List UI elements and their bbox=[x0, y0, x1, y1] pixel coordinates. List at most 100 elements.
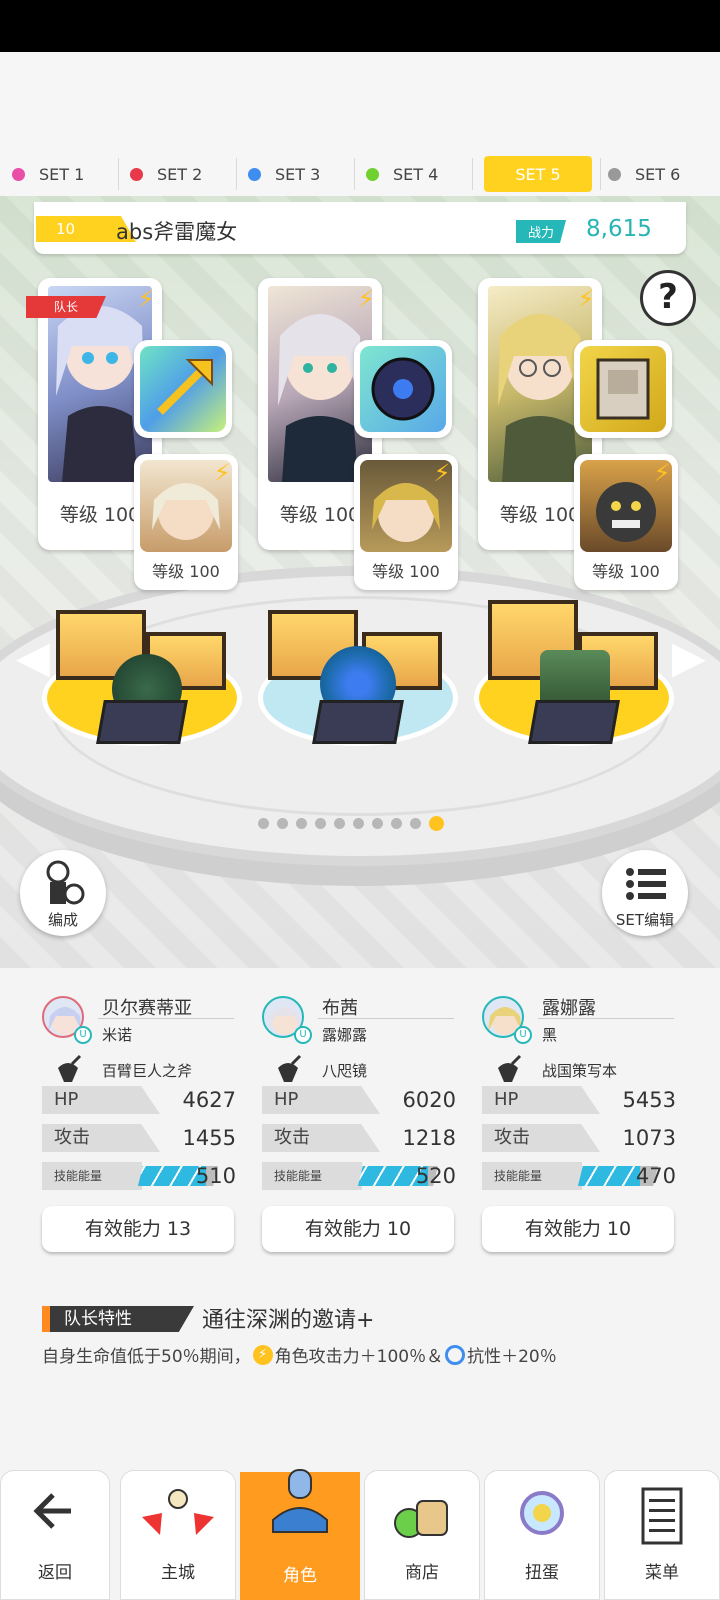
set-color-dot bbox=[366, 167, 379, 181]
page-dot[interactable] bbox=[315, 818, 326, 829]
help-button[interactable]: ? bbox=[640, 270, 696, 326]
next-arrow-icon[interactable]: ▶ bbox=[672, 632, 706, 683]
trait-desc-part2: 角色攻击力＋100％＆ bbox=[274, 1347, 444, 1367]
pedestal-tile bbox=[312, 700, 404, 744]
attack-value: 1455 bbox=[182, 1126, 236, 1150]
unique-badge-icon: U bbox=[74, 1026, 92, 1044]
hp-label: HP bbox=[42, 1086, 160, 1114]
weapon-icon bbox=[58, 1054, 82, 1082]
member-name: 露娜露 bbox=[542, 998, 596, 1019]
book-icon bbox=[596, 358, 650, 420]
formation-label: 编成 bbox=[47, 911, 78, 929]
set-edit-label: SET编辑 bbox=[615, 911, 675, 929]
page-dot[interactable] bbox=[410, 818, 421, 829]
team-arena: 10 abs斧雷魔女 战力 8,615 ? 队长 ⚡ 等级 100 ⚡ 等级 1… bbox=[0, 196, 720, 968]
weapon-slot-3[interactable] bbox=[574, 340, 672, 438]
weapon-slot-1[interactable] bbox=[134, 340, 232, 438]
energy-label: 技能能量 bbox=[262, 1162, 362, 1190]
partner-level: 等级 100 bbox=[592, 562, 660, 581]
team-header[interactable]: 10 abs斧雷魔女 战力 8,615 bbox=[34, 202, 686, 254]
hp-row: HP 6020 bbox=[262, 1086, 456, 1114]
set-color-dot bbox=[248, 167, 261, 181]
pedestal-1 bbox=[42, 580, 242, 750]
partner-card-1[interactable]: ⚡ 等级 100 bbox=[134, 454, 238, 590]
effective-ability-button[interactable]: 有效能力 13 bbox=[42, 1206, 234, 1252]
leader-trait-name: 通往深渊的邀请+ bbox=[202, 1308, 375, 1333]
nav-character[interactable]: 角色 bbox=[240, 1469, 360, 1600]
leader-trait-label: 队长特性 bbox=[42, 1306, 194, 1332]
page-dot[interactable] bbox=[277, 818, 288, 829]
nav-gacha[interactable]: 扭蛋 bbox=[484, 1470, 600, 1600]
weapon-slot-2[interactable] bbox=[354, 340, 452, 438]
tab-set-4[interactable]: SET 4 bbox=[366, 156, 466, 192]
set-edit-button[interactable]: SET编辑 bbox=[602, 850, 688, 936]
attack-label: 攻击 bbox=[262, 1124, 380, 1152]
tab-label: SET 5 bbox=[515, 164, 561, 184]
nav-label: 角色 bbox=[283, 1566, 317, 1586]
energy-row: 技能能量 510 bbox=[42, 1162, 236, 1190]
set-tabs: SET 1 SET 2 SET 3 SET 4 SET 5 SET 6 bbox=[0, 152, 720, 196]
member-name: 布茜 bbox=[322, 998, 358, 1019]
divider bbox=[98, 1018, 234, 1019]
energy-fill bbox=[578, 1166, 641, 1186]
nav-label: 商店 bbox=[405, 1563, 439, 1583]
lightning-icon: ⚡ bbox=[213, 459, 231, 487]
hp-value: 5453 bbox=[622, 1088, 676, 1112]
partner-card-3[interactable]: ⚡ 等级 100 bbox=[574, 454, 678, 590]
resistance-icon bbox=[445, 1344, 466, 1365]
effective-ability-button[interactable]: 有效能力 10 bbox=[482, 1206, 674, 1252]
lightning-icon: ⚡ bbox=[653, 459, 671, 487]
pedestal-3 bbox=[474, 580, 674, 750]
formation-button[interactable]: 编成 bbox=[20, 850, 106, 936]
page-dot[interactable] bbox=[334, 818, 345, 829]
nav-menu[interactable]: 菜单 bbox=[604, 1470, 720, 1600]
trait-desc-part1: 自身生命值低于50％期间， bbox=[42, 1347, 251, 1367]
energy-label: 技能能量 bbox=[482, 1162, 582, 1190]
lightning-icon: ⚡ bbox=[433, 459, 451, 487]
weapon-icon bbox=[278, 1054, 302, 1082]
energy-value: 520 bbox=[415, 1164, 456, 1188]
attack-value: 1073 bbox=[622, 1126, 676, 1150]
back-arrow-icon bbox=[33, 1493, 71, 1529]
page-dot[interactable] bbox=[372, 818, 383, 829]
page-dot[interactable] bbox=[258, 818, 269, 829]
attack-bolt-icon: ⚡ bbox=[252, 1344, 273, 1365]
mirror-weapon-icon bbox=[360, 346, 446, 432]
top-spacer bbox=[0, 52, 720, 152]
tab-set-3[interactable]: SET 3 bbox=[248, 156, 348, 192]
divider bbox=[318, 1018, 454, 1019]
energy-value: 510 bbox=[195, 1164, 236, 1188]
tab-set-1[interactable]: SET 1 bbox=[12, 156, 112, 192]
tab-set-6[interactable]: SET 6 bbox=[608, 156, 708, 192]
nav-shop[interactable]: 商店 bbox=[364, 1470, 480, 1600]
member-partner: 黑 bbox=[542, 1026, 558, 1044]
page-dot-active[interactable] bbox=[429, 816, 444, 831]
effective-ability-button[interactable]: 有效能力 10 bbox=[262, 1206, 454, 1252]
book-weapon-icon bbox=[580, 346, 666, 432]
nav-castle[interactable]: 主城 bbox=[120, 1470, 236, 1600]
lightning-icon: ⚡ bbox=[137, 285, 155, 313]
hp-value: 4627 bbox=[182, 1088, 236, 1112]
tab-set-2[interactable]: SET 2 bbox=[130, 156, 230, 192]
shop-icon bbox=[394, 1500, 448, 1538]
member-partner: 露娜露 bbox=[322, 1026, 368, 1044]
bottom-nav: 返回 主城 角色 商店 扭蛋 菜单 bbox=[0, 1438, 720, 1600]
nav-back[interactable]: 返回 bbox=[0, 1470, 110, 1600]
partner-card-2[interactable]: ⚡ 等级 100 bbox=[354, 454, 458, 590]
team-info-panel: U 贝尔赛蒂亚 米诺 百臂巨人之斧 HP 4627 攻击 1455 技能能量 5… bbox=[0, 968, 720, 1438]
divider bbox=[600, 158, 601, 190]
tab-set-5[interactable]: SET 5 bbox=[484, 156, 592, 192]
pedestal-tile bbox=[528, 700, 620, 744]
leader-flag: 队长 bbox=[26, 296, 106, 318]
attack-row: 攻击 1218 bbox=[262, 1124, 456, 1152]
tab-label: SET 2 bbox=[157, 164, 203, 184]
hp-label: HP bbox=[262, 1086, 380, 1114]
prev-arrow-icon[interactable]: ◀ bbox=[16, 632, 50, 683]
partner-level: 等级 100 bbox=[372, 562, 440, 581]
page-dot[interactable] bbox=[391, 818, 402, 829]
status-bar bbox=[0, 0, 720, 52]
page-dot[interactable] bbox=[353, 818, 364, 829]
axe-weapon-icon bbox=[140, 346, 226, 432]
power-value: 8,615 bbox=[586, 216, 652, 242]
page-dot[interactable] bbox=[296, 818, 307, 829]
